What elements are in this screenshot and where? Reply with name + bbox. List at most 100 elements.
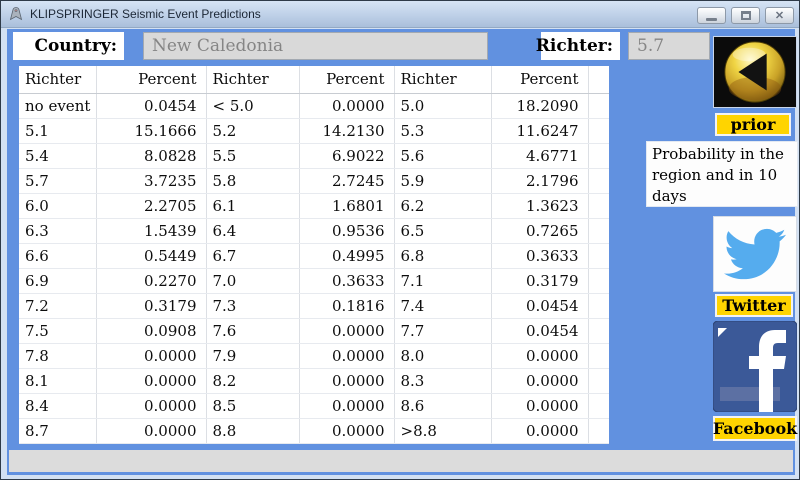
richter-cell: 8.4 [19,393,96,418]
filler-cell [588,168,609,193]
richter-cell: 5.1 [19,118,96,143]
richter-cell: 6.0 [19,193,96,218]
richter-cell: 8.1 [19,368,96,393]
richter-cell: 7.1 [394,268,491,293]
header-percent-3: Percent [491,66,588,93]
percent-cell: 2.7245 [299,168,394,193]
percent-cell: 0.0908 [96,318,206,343]
table-row: 8.10.00008.20.00008.30.0000 [19,368,609,393]
percent-cell: 1.3623 [491,193,588,218]
richter-cell: 8.5 [206,393,299,418]
filler-cell [588,118,609,143]
filler-cell [588,143,609,168]
richter-cell: 8.6 [394,393,491,418]
percent-cell: 0.9536 [299,218,394,243]
filler-cell [588,193,609,218]
header-filler [588,66,609,93]
table-row: 7.80.00007.90.00008.00.0000 [19,343,609,368]
header-richter-3: Richter [394,66,491,93]
richter-cell: 7.7 [394,318,491,343]
percent-cell: 0.0454 [491,318,588,343]
minimize-icon [706,18,717,21]
richter-cell: 7.3 [206,293,299,318]
percent-cell: 0.0000 [299,418,394,443]
filler-cell [588,93,609,118]
table-header-row: Richter Percent Richter Percent Richter … [19,66,609,93]
info-text: Probability in the region and in 10 days [646,141,798,207]
richter-cell: 5.3 [394,118,491,143]
percent-cell: 0.0000 [96,343,206,368]
country-input[interactable]: New Caledonia [143,32,488,60]
percent-cell: 0.0454 [96,93,206,118]
richter-cell: >8.8 [394,418,491,443]
percent-cell: 0.0000 [299,343,394,368]
richter-cell: 5.8 [206,168,299,193]
richter-cell: 6.9 [19,268,96,293]
percent-cell: 0.0000 [299,318,394,343]
richter-cell: 7.8 [19,343,96,368]
richter-cell: 5.5 [206,143,299,168]
filler-cell [588,218,609,243]
window-title: KLIPSPRINGER Seismic Event Predictions [30,7,261,21]
close-button[interactable]: ✕ [765,7,794,24]
facebook-button[interactable] [713,321,797,412]
filler-cell [588,418,609,443]
filler-cell [588,368,609,393]
filler-cell [588,293,609,318]
percent-cell: 2.1796 [491,168,588,193]
percent-cell: 0.0000 [299,368,394,393]
percent-cell: 0.2270 [96,268,206,293]
filler-cell [588,343,609,368]
percent-cell: 14.2130 [299,118,394,143]
richter-cell: 6.7 [206,243,299,268]
country-label: Country: [13,32,124,60]
status-strip [9,450,793,472]
richter-cell: 6.1 [206,193,299,218]
filler-cell [588,243,609,268]
richter-input[interactable]: 5.7 [628,32,710,60]
percent-cell: 0.0000 [96,393,206,418]
minimize-button[interactable] [697,7,726,24]
header-percent-1: Percent [96,66,206,93]
richter-cell: 6.3 [19,218,96,243]
title-bar[interactable]: KLIPSPRINGER Seismic Event Predictions ✕ [1,1,799,28]
app-window: KLIPSPRINGER Seismic Event Predictions ✕… [0,0,800,480]
table-row: 6.90.22707.00.36337.10.3179 [19,268,609,293]
richter-cell: 8.3 [394,368,491,393]
percent-cell: 0.5449 [96,243,206,268]
percent-cell: 0.0000 [299,93,394,118]
richter-cell: 5.2 [206,118,299,143]
percent-cell: 15.1666 [96,118,206,143]
table-row: 8.40.00008.50.00008.60.0000 [19,393,609,418]
table-row: 8.70.00008.80.0000>8.80.0000 [19,418,609,443]
richter-cell: 5.4 [19,143,96,168]
percent-cell: 0.1816 [299,293,394,318]
twitter-button[interactable] [713,216,797,292]
percent-cell: 0.0000 [299,393,394,418]
richter-cell: 8.2 [206,368,299,393]
percent-cell: 0.7265 [491,218,588,243]
facebook-label[interactable]: Facebook [713,416,797,441]
richter-cell: 8.8 [206,418,299,443]
table-row: 6.02.27056.11.68016.21.3623 [19,193,609,218]
percent-cell: 8.0828 [96,143,206,168]
table-row: 5.115.16665.214.21305.311.6247 [19,118,609,143]
richter-cell: < 5.0 [206,93,299,118]
filler-cell [588,268,609,293]
percent-cell: 1.5439 [96,218,206,243]
filler-cell [588,318,609,343]
richter-label: Richter: [541,32,620,60]
twitter-label[interactable]: Twitter [715,294,793,317]
table-row: 7.50.09087.60.00007.70.0454 [19,318,609,343]
header-percent-2: Percent [299,66,394,93]
percent-cell: 11.6247 [491,118,588,143]
table-row: no event0.0454< 5.00.00005.018.2090 [19,93,609,118]
richter-cell: 5.6 [394,143,491,168]
table-row: 5.73.72355.82.72455.92.1796 [19,168,609,193]
percent-cell: 0.0000 [96,368,206,393]
prior-label[interactable]: prior [715,113,791,136]
header-richter-2: Richter [206,66,299,93]
prior-button[interactable] [713,36,797,108]
java-app-icon [8,6,24,22]
maximize-button[interactable] [731,7,760,24]
